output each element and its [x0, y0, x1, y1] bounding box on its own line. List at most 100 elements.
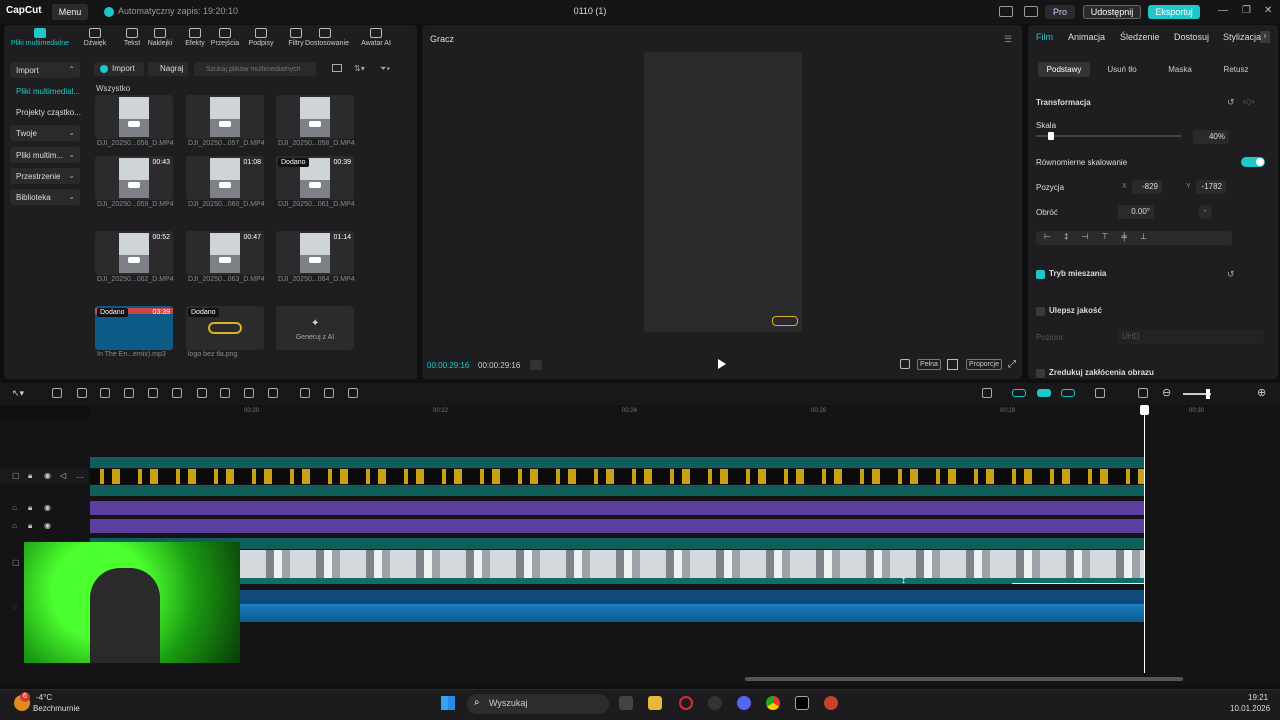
share-button[interactable]: Udostępnij [1083, 5, 1141, 19]
snapshot-icon[interactable] [947, 359, 958, 370]
zoom-slider-handle[interactable] [1206, 389, 1210, 399]
adjustment-clip-2[interactable] [90, 519, 1144, 533]
level-select[interactable]: UHD [1118, 330, 1264, 344]
generate-ai-tile[interactable]: ✦ Generuj z AI [276, 306, 354, 350]
transform-heading[interactable]: Transformacja [1036, 98, 1091, 107]
rotate-input[interactable]: 0.00° [1118, 205, 1154, 219]
minimize-icon[interactable]: — [1218, 5, 1228, 16]
denoise-checkbox[interactable] [1036, 369, 1045, 378]
media-thumbnail[interactable] [186, 95, 264, 139]
pro-button[interactable]: Pro [1045, 5, 1075, 19]
app-icon[interactable] [824, 696, 838, 710]
video-clip-strip[interactable] [240, 550, 1144, 578]
sidebar-item-1[interactable]: Pliki multimedial... [10, 83, 90, 99]
lock-icon[interactable]: 🔒︎ [28, 471, 32, 481]
position-y-input[interactable]: -1782 [1196, 180, 1226, 194]
eye-icon[interactable]: ◉ [44, 521, 51, 530]
subtab-2[interactable]: Maska [1154, 62, 1206, 77]
split-left-icon[interactable] [124, 388, 134, 398]
blend-reset-icon[interactable]: ↺ [1227, 269, 1235, 280]
teal-clip-main[interactable] [90, 538, 1144, 549]
close-icon[interactable]: ✕ [1264, 5, 1272, 16]
media-thumbnail[interactable]: 00:39 Dodano [276, 156, 354, 200]
redo-icon[interactable] [77, 388, 87, 398]
media-thumbnail[interactable]: 01:08 [186, 156, 264, 200]
sidebar-item-3[interactable]: Twoje ⌄ [10, 125, 80, 141]
mask-icon[interactable] [197, 388, 207, 398]
sidebar-item-5[interactable]: Przestrzenie ⌄ [10, 168, 80, 184]
logo-sticker-clip[interactable] [90, 469, 1144, 484]
lock-icon[interactable]: 🔒︎ [28, 521, 32, 531]
tab-1[interactable]: Animacja [1068, 32, 1105, 42]
full-quality-button[interactable]: Pełna [917, 359, 941, 370]
ratio-button[interactable]: Proporcje [966, 359, 1002, 370]
media-thumbnail[interactable]: 00:52 [95, 231, 173, 275]
media-search-input[interactable] [194, 62, 316, 76]
opera-icon[interactable] [679, 696, 693, 710]
maximize-icon[interactable]: ❐ [1242, 5, 1251, 16]
timecode-icon[interactable] [530, 360, 542, 370]
menu-button[interactable]: Menu [52, 4, 88, 20]
link-icon[interactable] [1012, 389, 1026, 397]
align-icons[interactable]: ⊢‡⊣⊤╪⊥ [1044, 232, 1160, 241]
microphone-icon[interactable] [982, 388, 992, 398]
tab-2[interactable]: Śledzenie [1120, 32, 1160, 42]
player-menu-icon[interactable]: ☰ [1004, 34, 1012, 45]
subtab-0[interactable]: Podstawy [1038, 62, 1090, 77]
record-button[interactable]: Nagraj [148, 62, 188, 76]
subtab-3[interactable]: Retusz [1210, 62, 1262, 77]
chrome-icon[interactable] [766, 696, 780, 710]
media-tool-8[interactable]: Dostosowanie [305, 28, 349, 47]
tab-4[interactable]: Stylizacja [1223, 32, 1261, 42]
export-button[interactable]: Eksportuj [1148, 5, 1200, 19]
play-button[interactable] [718, 359, 726, 369]
video-clip-footer[interactable] [90, 578, 1144, 584]
snap-icon[interactable] [1061, 389, 1075, 397]
eye-icon[interactable]: ◉ [44, 471, 51, 480]
magnet-icon[interactable] [1037, 389, 1051, 397]
timeline-view-icon[interactable] [1138, 388, 1148, 398]
sidebar-item-2[interactable]: Projekty cząstko... [10, 104, 90, 120]
position-x-input[interactable]: -829 [1132, 180, 1162, 194]
rotate-dial[interactable]: - [1198, 205, 1212, 219]
grid-view-icon[interactable] [332, 64, 342, 72]
sort-icon[interactable]: ⇅▾ [354, 64, 365, 73]
media-tool-6[interactable]: Podpisy [241, 28, 281, 47]
fullscreen-icon[interactable]: ⤢ [1008, 359, 1016, 370]
audio-waveform[interactable] [90, 604, 1144, 622]
media-thumbnail[interactable]: 00:43 [95, 156, 173, 200]
scale-slider-handle[interactable] [1048, 132, 1054, 140]
video-preview[interactable] [644, 52, 802, 332]
project-title[interactable]: 0110 (1) [560, 6, 620, 16]
uniform-scale-toggle[interactable] [1241, 157, 1265, 167]
filter-icon[interactable]: ⏷▾ [380, 64, 390, 74]
select-tool-icon[interactable]: ↖▾ [12, 388, 24, 399]
playhead[interactable] [1144, 405, 1145, 673]
rotate-tool-icon[interactable] [268, 388, 278, 398]
crop-tool-icon[interactable] [220, 388, 230, 398]
lock-icon[interactable]: 🔒︎ [28, 503, 32, 513]
file-explorer-icon[interactable] [648, 696, 662, 710]
media-tool-5[interactable]: Przejścia [205, 28, 245, 47]
split-icon[interactable] [100, 388, 110, 398]
eye-icon[interactable]: ◉ [44, 503, 51, 512]
adjustment-clip-1[interactable] [90, 501, 1144, 515]
media-thumbnail[interactable] [95, 95, 173, 139]
teal-clip-top[interactable] [90, 457, 1144, 468]
subtab-1[interactable]: Usuń tło [1096, 62, 1148, 77]
timeline-scrollbar[interactable] [745, 677, 1183, 681]
tabs-next-icon[interactable]: › [1260, 31, 1270, 43]
delete-icon[interactable] [172, 388, 182, 398]
media-tool-3[interactable]: Naklejki [140, 28, 180, 47]
media-thumbnail[interactable] [276, 95, 354, 139]
mirror-icon[interactable] [244, 388, 254, 398]
ai-person-icon[interactable] [348, 388, 358, 398]
split-right-icon[interactable] [148, 388, 158, 398]
keyframe-icon[interactable]: ‹◇› [1243, 97, 1254, 106]
audio-clip-top[interactable] [90, 590, 1144, 604]
media-tool-0[interactable]: Pliki multimedialne [10, 28, 70, 47]
shortcuts-icon[interactable] [1024, 6, 1038, 17]
undo-icon[interactable] [52, 388, 62, 398]
media-thumbnail[interactable]: 03:39 Dodano [95, 306, 173, 350]
discord-icon[interactable] [737, 696, 751, 710]
